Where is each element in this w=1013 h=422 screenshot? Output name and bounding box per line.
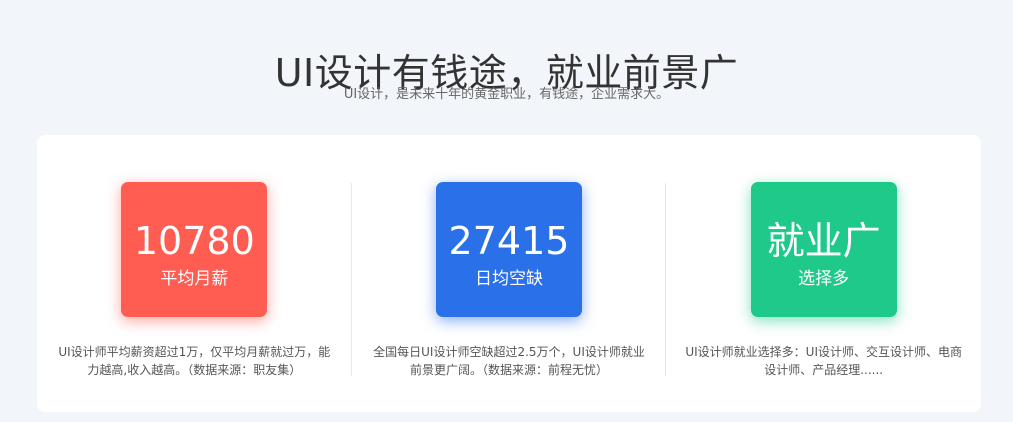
salary-label: 平均月薪 (160, 269, 229, 289)
employment-label: 选择多 (798, 269, 850, 289)
stats-panel: 10780 平均月薪 UI设计师平均薪资超过1万，仅平均月薪就过万，能力越高,收… (37, 135, 981, 412)
stat-column-salary: 10780 平均月薪 UI设计师平均薪资超过1万，仅平均月薪就过万，能力越高,收… (37, 135, 352, 412)
salary-value: 10780 (133, 219, 255, 263)
employment-description: UI设计师就业选择多：UI设计师、交互设计师、电商设计师、产品经理...... (685, 345, 962, 377)
stat-column-employment: 就业广 选择多 UI设计师就业选择多：UI设计师、交互设计师、电商设计师、产品经… (666, 135, 981, 412)
vacancies-value: 27415 (448, 219, 570, 263)
vacancies-stat-card: 27415 日均空缺 (436, 182, 582, 317)
salary-description: UI设计师平均薪资超过1万，仅平均月薪就过万，能力越高,收入越高。（数据来源：职… (58, 345, 331, 377)
vacancies-description: 全国每日UI设计师空缺超过2.5万个，UI设计师就业前景更广阔。（数据来源：前程… (373, 345, 645, 377)
stat-column-vacancies: 27415 日均空缺 全国每日UI设计师空缺超过2.5万个，UI设计师就业前景更… (352, 135, 667, 412)
page-subtitle: UI设计，是未来十年的黄金职业，有钱途，企业需求大。 (343, 87, 670, 102)
salary-stat-card: 10780 平均月薪 (121, 182, 268, 317)
employment-stat-card: 就业广 选择多 (750, 182, 897, 317)
vacancies-label: 日均空缺 (475, 269, 543, 289)
employment-value: 就业广 (766, 219, 881, 263)
